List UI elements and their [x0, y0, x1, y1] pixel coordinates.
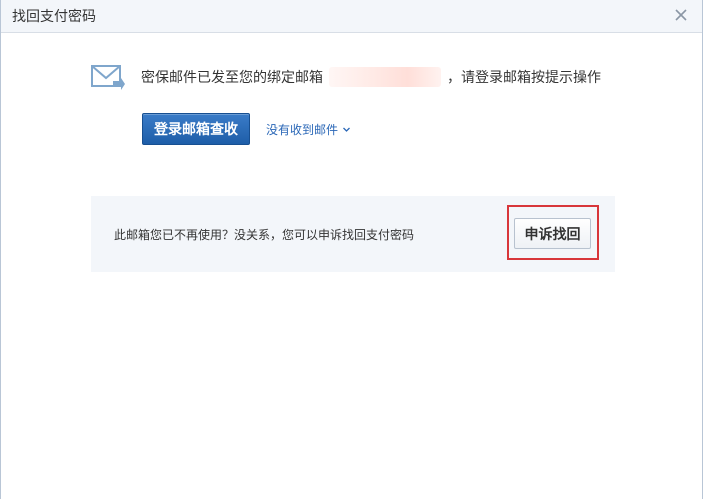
appeal-hint-text: 此邮箱您已不再使用？没关系，您可以申诉找回支付密码 [114, 228, 415, 242]
find-payment-password-dialog: 找回支付密码 密保邮件已发至您的绑定邮箱 ，请登录邮箱按提示操作 登录邮箱查收 … [0, 0, 703, 499]
chevron-down-icon [343, 127, 350, 132]
close-button[interactable] [670, 4, 692, 26]
mail-send-icon [91, 65, 125, 90]
login-email-button[interactable]: 登录邮箱查收 [142, 113, 250, 145]
no-mail-link-label: 没有收到邮件 [266, 123, 339, 137]
dialog-titlebar: 找回支付密码 [1, 0, 702, 33]
appeal-panel: 此邮箱您已不再使用？没关系，您可以申诉找回支付密码 申诉找回 [91, 196, 615, 272]
close-icon [675, 9, 687, 21]
email-sent-message: 密保邮件已发至您的绑定邮箱 ，请登录邮箱按提示操作 [141, 66, 601, 88]
appeal-recover-button[interactable]: 申诉找回 [514, 218, 591, 249]
message-prefix: 密保邮件已发至您的绑定邮箱 [141, 70, 323, 86]
no-mail-received-link[interactable]: 没有收到邮件 [266, 121, 351, 138]
message-suffix: ，请登录邮箱按提示操作 [447, 70, 601, 86]
masked-email-address [329, 67, 441, 87]
dialog-title: 找回支付密码 [12, 9, 96, 25]
